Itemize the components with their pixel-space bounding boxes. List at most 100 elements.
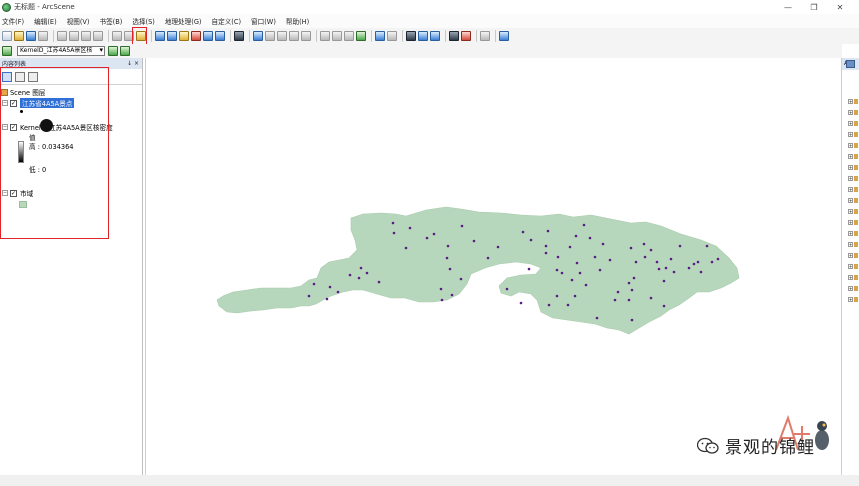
scenic-point[interactable] [632, 276, 636, 280]
menu-customize[interactable]: 自定义(C) [212, 16, 242, 26]
expand-icon[interactable]: + [848, 143, 853, 148]
scenic-point[interactable] [336, 290, 340, 294]
scenic-point[interactable] [643, 255, 647, 259]
expand-icon[interactable]: + [848, 253, 853, 258]
menu-view[interactable]: 视图(V) [67, 16, 90, 26]
scenic-point[interactable] [440, 298, 444, 302]
navigate-icon[interactable] [253, 31, 263, 41]
layer-dropdown[interactable]: KernelD_江苏4A5A景区核 [17, 46, 105, 56]
print-icon[interactable] [38, 31, 48, 41]
catalog-tree-item[interactable]: + [848, 120, 859, 127]
scenic-point[interactable] [555, 294, 559, 298]
scenic-point[interactable] [584, 283, 588, 287]
expand-icon[interactable]: + [848, 275, 853, 280]
map-canvas[interactable] [146, 58, 843, 475]
scenic-point[interactable] [307, 294, 311, 298]
cut-icon[interactable] [57, 31, 67, 41]
scenic-point[interactable] [432, 232, 436, 236]
scenic-point[interactable] [519, 301, 523, 305]
scenic-point[interactable] [439, 287, 443, 291]
scenic-point[interactable] [672, 270, 676, 274]
scenic-point[interactable] [544, 251, 548, 255]
scenic-point[interactable] [627, 298, 631, 302]
scenic-point[interactable] [472, 239, 476, 243]
scenic-point[interactable] [446, 244, 450, 248]
layer-tool-icon[interactable] [108, 46, 118, 56]
scenic-point[interactable] [710, 260, 714, 264]
model-builder-icon[interactable] [215, 31, 225, 41]
find-icon[interactable] [449, 31, 459, 41]
scenic-point[interactable] [613, 298, 617, 302]
catalog-tree-item[interactable]: + [848, 131, 859, 138]
measure-icon[interactable] [461, 31, 471, 41]
scenic-point[interactable] [392, 231, 396, 235]
scenic-point[interactable] [575, 261, 579, 265]
scenic-point[interactable] [598, 268, 602, 272]
fly-icon[interactable] [265, 31, 275, 41]
scenic-point[interactable] [574, 234, 578, 238]
catalog-tree-item[interactable]: + [848, 109, 859, 116]
catalog-tree-item[interactable]: + [848, 186, 859, 193]
scenic-point[interactable] [546, 229, 550, 233]
scenic-point[interactable] [496, 245, 500, 249]
scenic-point[interactable] [566, 303, 570, 307]
scenic-point[interactable] [627, 281, 631, 285]
catalog-tree-item[interactable]: + [848, 274, 859, 281]
scene-view[interactable] [145, 58, 842, 475]
expand-icon[interactable]: + [848, 297, 853, 302]
expand-icon[interactable]: + [848, 286, 853, 291]
scenic-point[interactable] [404, 246, 408, 250]
scenic-point[interactable] [450, 293, 454, 297]
scenic-point[interactable] [662, 304, 666, 308]
jiangsu-region-polygon[interactable] [216, 206, 740, 335]
expand-icon[interactable]: + [848, 154, 853, 159]
scenic-point[interactable] [692, 262, 696, 266]
expand-icon[interactable]: + [848, 242, 853, 247]
3d-effects-icon[interactable] [499, 31, 509, 41]
new-document-icon[interactable] [2, 31, 12, 41]
scenic-point[interactable] [357, 276, 361, 280]
scenic-point[interactable] [696, 260, 700, 264]
maximize-button[interactable]: ❐ [801, 3, 827, 12]
scenic-point[interactable] [630, 288, 634, 292]
scenic-point[interactable] [664, 266, 668, 270]
scenic-point[interactable] [547, 303, 551, 307]
copy-icon[interactable] [69, 31, 79, 41]
scenic-point[interactable] [568, 245, 572, 249]
pan-icon[interactable] [344, 31, 354, 41]
scenic-point[interactable] [425, 236, 429, 240]
scenic-point[interactable] [716, 257, 720, 261]
minimize-button[interactable]: — [775, 3, 801, 12]
catalog-tree-item[interactable]: + [848, 142, 859, 149]
expand-icon[interactable]: + [848, 121, 853, 126]
catalog-tree-item[interactable]: + [848, 208, 859, 215]
scenic-point[interactable] [588, 236, 592, 240]
expand-icon[interactable]: + [848, 132, 853, 137]
scenic-point[interactable] [705, 244, 709, 248]
zoom-in-icon[interactable] [320, 31, 330, 41]
catalog-tree-item[interactable]: + [848, 285, 859, 292]
catalog-tree-item[interactable]: + [848, 153, 859, 160]
scenic-point[interactable] [556, 255, 560, 259]
catalog-tree-item[interactable]: + [848, 164, 859, 171]
editor-toolbar-icon[interactable] [234, 31, 244, 41]
catalog-tab-icon[interactable] [846, 60, 855, 68]
scenic-point[interactable] [582, 223, 586, 227]
catalog-tree-item[interactable]: + [848, 175, 859, 182]
scene-properties-icon[interactable] [155, 31, 165, 41]
scenic-point[interactable] [521, 230, 525, 234]
scenic-point[interactable] [325, 297, 329, 301]
set-observer-icon[interactable] [301, 31, 311, 41]
menu-bookmarks[interactable]: 书签(B) [99, 16, 122, 26]
html-popup-icon[interactable] [430, 31, 440, 41]
menu-help[interactable]: 帮助(H) [286, 16, 309, 26]
menu-selection[interactable]: 选择(S) [132, 16, 155, 26]
toolbox-icon[interactable] [191, 31, 201, 41]
scenic-point[interactable] [328, 285, 332, 289]
expand-icon[interactable]: + [848, 198, 853, 203]
zoom-out-icon[interactable] [332, 31, 342, 41]
menu-windows[interactable]: 窗口(W) [251, 16, 276, 26]
scenic-point[interactable] [555, 268, 559, 272]
scenic-point[interactable] [348, 273, 352, 277]
delete-icon[interactable] [93, 31, 103, 41]
